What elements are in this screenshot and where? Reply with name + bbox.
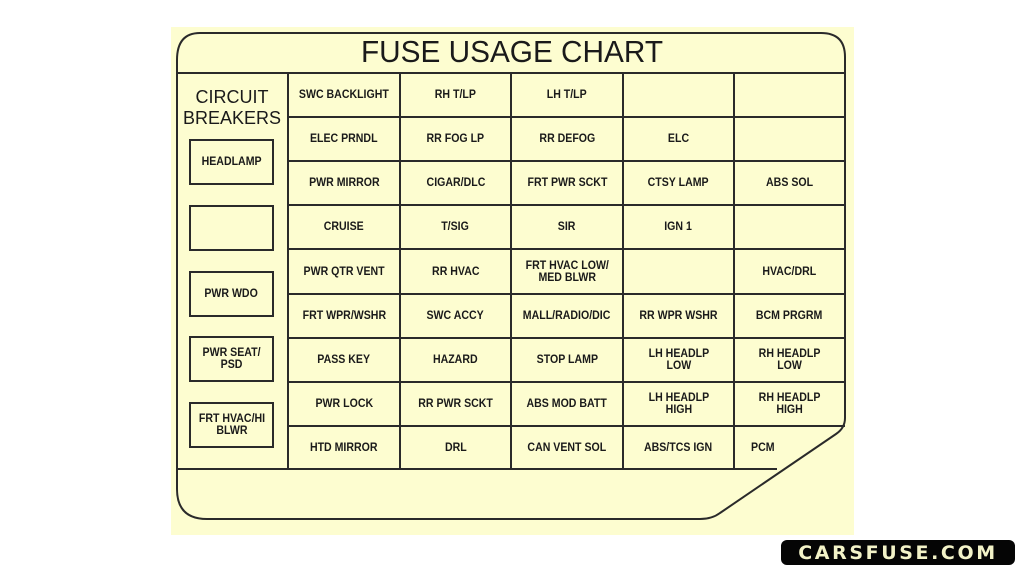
fuse-cell: ABS MOD BATT [511,382,623,426]
fuse-cell: PCM [734,426,845,469]
fuse-label: LH HEADLP HIGH [648,392,709,416]
fuse-label: RH HEADLP HIGH [758,392,821,416]
fuse-cell: ELEC PRNDL [288,117,400,161]
fuse-label: ELC [667,133,690,145]
fuse-cell [623,249,734,294]
fuse-label: ELEC PRNDL [310,133,378,145]
fuse-cell: HTD MIRROR [288,426,400,469]
fuse-cell: SWC BACKLIGHT [288,73,400,117]
fuse-label: PASS KEY [317,354,371,366]
fuse-cell: IGN 1 [623,205,734,249]
circuit-breaker-slot: HEADLAMP [189,139,274,185]
chart-title: FUSE USAGE CHART [360,34,664,69]
fuse-label: RH T/LP [434,89,477,101]
fuse-label: PCM [751,441,775,454]
fuse-label: RH HEADLP LOW [758,348,821,372]
fuse-label: SIR [558,221,576,233]
fuse-label: FRT HVAC LOW/ MED BLWR [525,259,609,284]
fuse-cell: RR PWR SCKT [400,382,511,426]
fuse-label: CRUISE [324,221,364,233]
fuse-cell: PWR QTR VENT [288,249,400,294]
fuse-label: HTD MIRROR [310,441,378,454]
fuse-cell: MALL/RADIO/DIC [511,294,623,338]
fuse-label: PWR LOCK [315,398,373,410]
fuse-label: LH T/LP [547,89,587,101]
fuse-label: RR HVAC [431,265,480,278]
fuse-cell: SWC ACCY [400,294,511,338]
fuse-cell: HVAC/DRL [734,249,845,294]
carsfuse-watermark: CARSFUSE.COM [781,540,1015,565]
fuse-label: CIGAR/DLC [426,177,485,189]
fuse-cell: HAZARD [400,338,511,382]
fuse-cell: STOP LAMP [511,338,623,382]
circuit-breaker-label: FRT HVAC/HI BLWR [198,413,265,437]
fuse-cell: RR FOG LP [400,117,511,161]
fuse-cell: RH T/LP [400,73,511,117]
fuse-label: CAN VENT SOL [527,441,607,454]
fuse-cell [734,205,845,249]
fuse-label: SWC ACCY [426,310,485,322]
fuse-cell: CAN VENT SOL [511,426,623,469]
fuse-label: CTSY LAMP [648,177,709,189]
circuit-breaker-label: HEADLAMP [201,156,262,168]
fuse-label: BCM PRGRM [756,310,823,322]
fuse-label: RR DEFOG [539,133,595,145]
fuse-cell [623,73,734,117]
fuse-label: RR FOG LP [426,133,485,145]
fuse-label: MALL/RADIO/DIC [523,310,611,322]
fuse-cell: LH T/LP [511,73,623,117]
fuse-cell: PASS KEY [288,338,400,382]
fuse-cell: RR HVAC [400,249,511,294]
fuse-label: FRT WPR/WSHR [302,310,386,322]
fuse-cell: PWR LOCK [288,382,400,426]
fuse-cell: LH HEADLP HIGH [623,382,734,426]
fuse-cell: RH HEADLP LOW [734,338,845,382]
fuse-cell: SIR [511,205,623,249]
circuit-breakers-heading-line1: CIRCUIT [195,87,269,107]
fuse-cell: CIGAR/DLC [400,161,511,205]
fuse-cell: RR WPR WSHR [623,294,734,338]
circuit-breaker-slot [189,205,274,251]
fuse-label: HVAC/DRL [762,265,817,278]
fuse-cell: FRT WPR/WSHR [288,294,400,338]
fuse-label: ABS MOD BATT [526,398,608,410]
circuit-breaker-slot: PWR SEAT/ PSD [189,336,274,382]
fuse-cell [734,117,845,161]
circuit-breakers-heading: CIRCUIT BREAKERS [178,87,286,129]
fuse-label: PWR QTR VENT [303,265,385,278]
fuse-cell: DRL [400,426,511,469]
fuse-cell: FRT PWR SCKT [511,161,623,205]
fuse-label: ABS SOL [765,177,814,189]
circuit-breaker-slot: FRT HVAC/HI BLWR [189,402,274,448]
fuse-cell: CRUISE [288,205,400,249]
fuse-label: STOP LAMP [536,354,598,366]
fuse-cell: RH HEADLP HIGH [734,382,845,426]
fuse-label: SWC BACKLIGHT [299,89,389,101]
fuse-label: HAZARD [433,354,478,366]
fuse-label: T/SIG [441,221,470,233]
fuse-label: RR PWR SCKT [418,398,493,410]
circuit-breakers-heading-line2: BREAKERS [182,108,282,128]
fuse-label: PWR MIRROR [308,177,380,189]
fuse-label: RR WPR WSHR [639,310,718,322]
fuse-cell: ELC [623,117,734,161]
fuse-cell [734,73,845,117]
fuse-cell: PWR MIRROR [288,161,400,205]
fuse-cell: ABS/TCS IGN [623,426,734,469]
fuse-label: ABS/TCS IGN [644,441,713,454]
fuse-label: LH HEADLP LOW [648,348,709,372]
circuit-breaker-label: PWR WDO [204,288,259,300]
fuse-cell: T/SIG [400,205,511,249]
fuse-cell: CTSY LAMP [623,161,734,205]
fuse-cell: LH HEADLP LOW [623,338,734,382]
circuit-breaker-slot: PWR WDO [189,271,274,317]
fuse-cell: FRT HVAC LOW/ MED BLWR [511,249,623,294]
fuse-cell: ABS SOL [734,161,845,205]
fuse-label: FRT PWR SCKT [527,177,607,189]
fuse-label: IGN 1 [664,221,693,233]
fuse-cell: RR DEFOG [511,117,623,161]
fuse-label: DRL [444,441,467,454]
fuse-cell: BCM PRGRM [734,294,845,338]
circuit-breaker-label: PWR SEAT/ PSD [202,347,261,371]
